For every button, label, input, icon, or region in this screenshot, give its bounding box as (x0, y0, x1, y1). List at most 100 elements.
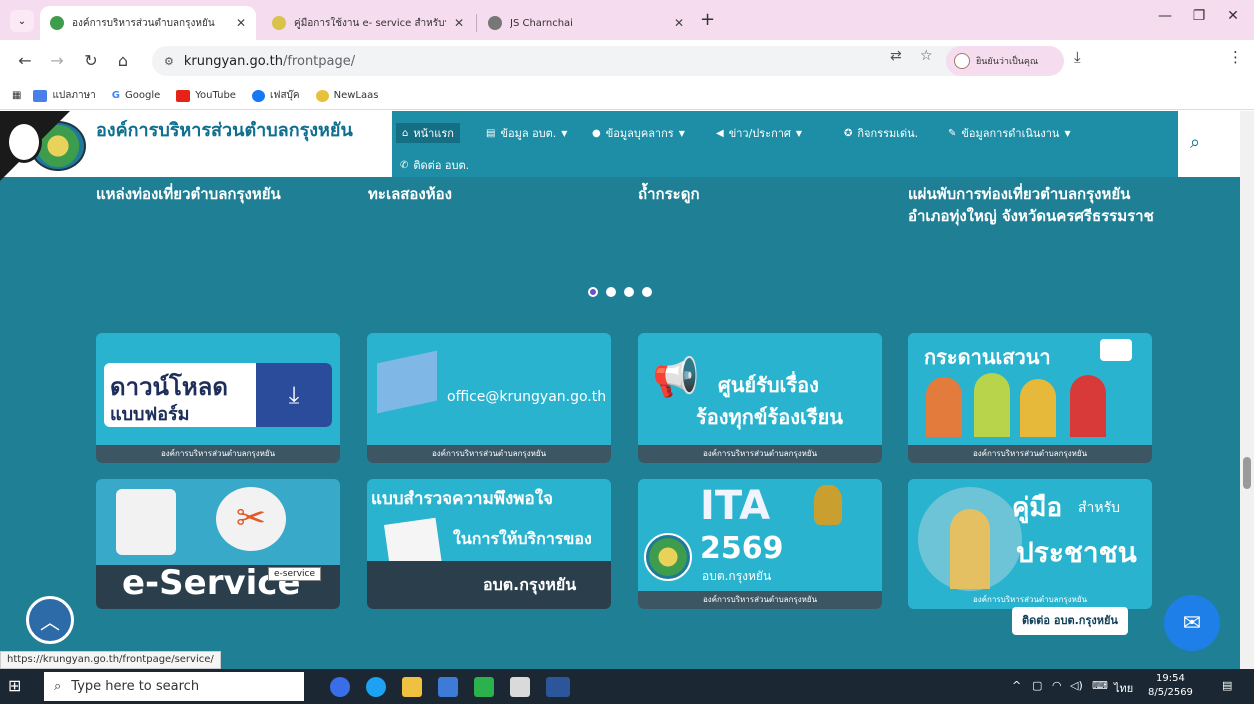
card-footer: องค์การบริหารส่วนตำบลกรุงหยัน (367, 445, 611, 463)
profile-label: ยินยันว่าเป็นคุณ (976, 57, 1039, 67)
emblem-icon (814, 485, 842, 525)
copilot-icon[interactable] (330, 677, 350, 697)
chat-button[interactable]: ✉ (1164, 595, 1220, 651)
speaker-icon[interactable]: ◁) (1070, 679, 1083, 692)
scroll-to-top-button[interactable]: ︿ (26, 596, 74, 644)
org-seal-icon (644, 533, 692, 581)
close-icon[interactable]: ✕ (454, 16, 464, 30)
chrome-icon[interactable] (510, 677, 530, 697)
search-icon[interactable]: ⌕ (1180, 127, 1210, 157)
notifications-icon[interactable]: ▤ (1222, 679, 1232, 692)
bookmark-youtube[interactable]: YouTube (176, 89, 236, 102)
minimize-icon[interactable]: — (1150, 8, 1180, 24)
card-download-forms[interactable]: ⤓ ดาวน์โหลด แบบฟอร์ม องค์การบริหารส่วนตำ… (96, 333, 340, 463)
back-icon[interactable]: ← (14, 51, 36, 70)
site-header: องค์การบริหารส่วนตำบลกรุงหยัน ⌂ หน้าแรก ▤… (0, 111, 1240, 181)
url-host: krungyan.go.th (183, 53, 283, 69)
nav-operations[interactable]: ✎ ข้อมูลการดำเนินงาน ▼ (948, 123, 1071, 143)
card-citizen-manual[interactable]: คู่มือ สำหรับ ประชาชน องค์การบริหารส่วนต… (908, 479, 1152, 609)
tab-manual[interactable]: คู่มือการใช้งาน e- service สำหรับประ ✕ (262, 6, 474, 40)
bookmark-facebook[interactable]: เฟสบุ๊ค (251, 88, 300, 103)
restore-icon[interactable]: ❐ (1184, 8, 1214, 24)
nav-news[interactable]: ◀ ข่าว/ประกาศ ▼ (716, 123, 802, 143)
clock[interactable]: 19:54 8/5/2569 (1148, 672, 1193, 700)
word-icon[interactable] (546, 677, 570, 697)
person-figure (950, 509, 990, 589)
card-subtitle: แบบฟอร์ม (110, 404, 190, 425)
tab-active[interactable]: องค์การบริหารส่วนตำบลกรุงหยัน ✕ (40, 6, 256, 40)
tab-title: คู่มือการใช้งาน e- service สำหรับประ (294, 17, 446, 29)
card-discussion-board[interactable]: กระดานเสวนา องค์การบริหารส่วนตำบลกรุงหยั… (908, 333, 1152, 463)
card-ita[interactable]: ITA 2569 อบต.กรุงหยัน องค์การบริหารส่วนต… (638, 479, 882, 609)
star-icon[interactable]: ☆ (920, 48, 933, 64)
browser-menu-icon[interactable]: ⋮ (1228, 48, 1243, 66)
tab-title: องค์การบริหารส่วนตำบลกรุงหยัน (72, 17, 215, 29)
scrollbar-thumb[interactable] (1243, 457, 1251, 489)
slider-dot[interactable] (642, 287, 652, 297)
home-icon[interactable]: ⌂ (112, 51, 134, 70)
card-title: คู่มือ (1012, 493, 1063, 523)
slide-caption[interactable]: แผ่นพับการท่องเที่ยวตำบลกรุงหยัน อำเภอทุ… (908, 183, 1158, 227)
card-footer: องค์การบริหารส่วนตำบลกรุงหยัน (96, 445, 340, 463)
tray-chevron-icon[interactable]: ^ (1012, 679, 1021, 692)
globe-icon (488, 16, 502, 30)
forward-icon[interactable]: → (46, 51, 68, 70)
bookmark-newlaas[interactable]: NewLaas (315, 89, 379, 102)
bookmark-translate[interactable]: แปลภาษา (33, 88, 96, 103)
card-title: ITA (700, 483, 771, 529)
nav-activities[interactable]: ✪ กิจกรรมเด่น. (844, 123, 918, 143)
nav-label: หน้าแรก (413, 127, 454, 140)
clipboard-icon (116, 489, 176, 555)
card-e-service[interactable]: ✂ e-Service (96, 479, 340, 609)
slider-dot[interactable] (606, 287, 616, 297)
slide-caption[interactable]: ทะเลสองห้อง (368, 183, 568, 205)
megaphone-icon: ◀ (716, 127, 724, 139)
card-satisfaction-survey[interactable]: แบบสำรวจความพึงพอใจ ในการให้บริการของ อบ… (367, 479, 611, 609)
bookmark-google[interactable]: G Google (112, 90, 160, 101)
card-subtitle: ประชาชน (1016, 536, 1137, 569)
window-close-icon[interactable]: ✕ (1218, 8, 1248, 24)
card-title: แบบสำรวจความพึงพอใจ (371, 489, 553, 509)
card-email[interactable]: office@krungyan.go.th องค์การบริหารส่วนต… (367, 333, 611, 463)
nav-home[interactable]: ⌂ หน้าแรก (396, 123, 460, 143)
reload-icon[interactable]: ↻ (80, 51, 102, 70)
file-explorer-icon[interactable] (402, 677, 422, 697)
youtube-icon (176, 89, 191, 102)
slide-caption[interactable]: ถ้ำกระดูก (638, 183, 838, 205)
caret-down-icon: ▼ (1064, 128, 1071, 138)
site-info-icon[interactable]: ⚙ (164, 55, 174, 68)
profile-button[interactable]: ยินยันว่าเป็นคุณ (946, 46, 1064, 76)
translate-icon[interactable]: ⇄ (890, 48, 902, 64)
windows-start-icon[interactable]: ⊞ (8, 676, 28, 696)
download-icon[interactable]: ⤓ (1074, 48, 1081, 66)
new-tab-button[interactable]: + (700, 9, 715, 30)
site-title[interactable]: องค์การบริหารส่วนตำบลกรุงหยัน (96, 119, 376, 143)
search-icon: ⌕ (54, 679, 62, 694)
slider-dot[interactable] (588, 287, 598, 297)
page-viewport: องค์การบริหารส่วนตำบลกรุงหยัน ⌂ หน้าแรก ▤… (0, 111, 1254, 669)
store-icon[interactable] (438, 677, 458, 697)
bookmark-label: NewLaas (333, 90, 379, 101)
nav-personnel[interactable]: ● ข้อมูลบุคลากร ▼ (592, 123, 685, 143)
slider-dot[interactable] (624, 287, 634, 297)
tab-js-charnchai[interactable]: JS Charnchai ✕ (478, 6, 694, 40)
contact-label[interactable]: ติดต่อ อบต.กรุงหยัน (1012, 607, 1128, 635)
taskbar-search[interactable]: ⌕ Type here to search (44, 672, 304, 701)
line-icon[interactable] (474, 677, 494, 697)
caret-down-icon: ▼ (795, 128, 803, 138)
tab-search-button[interactable]: ⌄ (10, 10, 34, 32)
wifi-icon[interactable]: ◠ (1052, 679, 1062, 692)
bookmarks-bar: ▦ แปลภาษา G Google YouTube เฟสบุ๊ค NewLaa… (0, 82, 1254, 110)
scrollbar[interactable] (1240, 111, 1254, 669)
close-icon[interactable]: ✕ (674, 16, 684, 30)
close-icon[interactable]: ✕ (236, 16, 246, 30)
language-indicator[interactable]: ไทย (1114, 679, 1133, 697)
slide-caption[interactable]: แหล่งท่องเที่ยวตำบลกรุงหยัน (96, 183, 346, 205)
apps-icon[interactable]: ▦ (12, 90, 21, 101)
nav-org-info[interactable]: ▤ ข้อมูล อบต. ▼ (486, 123, 567, 143)
keyboard-icon[interactable]: ⌨ (1092, 679, 1108, 692)
nav-contact[interactable]: ✆ ติดต่อ อบต. (400, 155, 469, 175)
edge-icon[interactable] (366, 677, 386, 697)
card-complaints[interactable]: 📢 ศูนย์รับเรื่อง ร้องทุกข์ร้องเรียน องค์… (638, 333, 882, 463)
meet-icon[interactable]: ▢ (1032, 679, 1042, 692)
